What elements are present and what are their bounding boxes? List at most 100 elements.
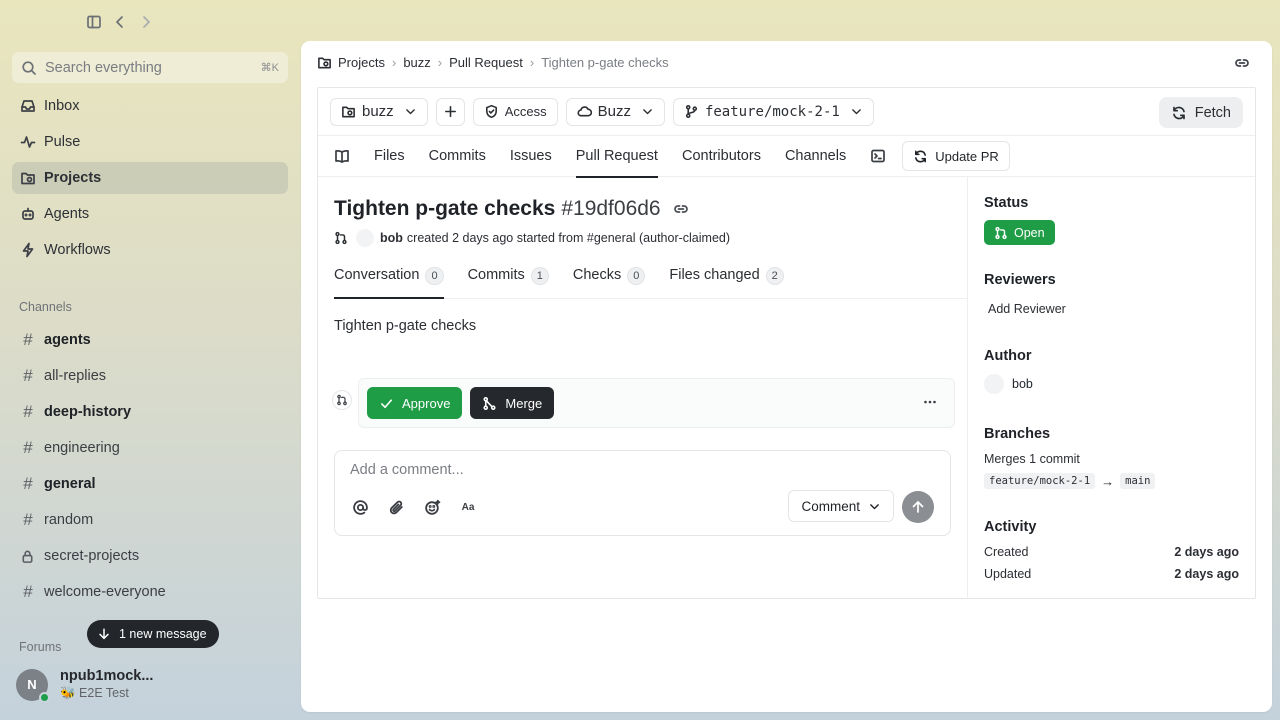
hash-icon: #	[23, 510, 33, 529]
sidebar-item-inbox[interactable]: Inbox	[12, 90, 288, 122]
channel-general[interactable]: # general	[12, 468, 288, 500]
created-label: Created	[984, 545, 1029, 559]
updated-label: Updated	[984, 567, 1032, 581]
emoji-icon[interactable]	[423, 498, 441, 516]
access-button[interactable]: Access	[472, 97, 558, 126]
refresh-icon	[915, 150, 927, 162]
approve-button[interactable]: Approve	[367, 387, 463, 419]
arrow-down-icon	[99, 628, 109, 640]
text-format-icon[interactable]: Aa	[459, 498, 477, 516]
projects-icon	[21, 172, 35, 185]
tab-terminal[interactable]	[870, 136, 886, 177]
tab-pull-request[interactable]: Pull Request	[575, 136, 659, 178]
subtab-label: Files changed	[669, 267, 760, 283]
avatar-initial: N	[27, 677, 37, 692]
branches-title: Branches	[984, 426, 1051, 442]
hash-icon: #	[23, 402, 33, 421]
author-row[interactable]: bob	[984, 374, 1033, 394]
channel-agents[interactable]: # agents	[12, 324, 288, 356]
user-name: npub1mock...	[60, 668, 154, 684]
search-input[interactable]: Search everything ⌘K	[12, 52, 288, 83]
channel-welcome-everyone[interactable]: # welcome-everyone	[12, 576, 288, 608]
remote-selector[interactable]: Buzz	[565, 97, 665, 126]
subtab-label: Commits	[467, 267, 525, 283]
sidebar-item-projects[interactable]: Projects	[12, 162, 288, 194]
send-button[interactable]	[902, 491, 934, 523]
comment-composer: Add a comment... Aa Comment	[334, 450, 951, 536]
channel-engineering[interactable]: # engineering	[12, 432, 288, 464]
comment-input[interactable]: Add a comment...	[350, 462, 464, 478]
subtab-checks[interactable]: Checks 0	[573, 265, 646, 298]
comment-button[interactable]: Comment	[788, 490, 894, 522]
breadcrumb: Projects › buzz › Pull Request › Tighten…	[317, 55, 669, 70]
subtab-conversation[interactable]: Conversation 0	[334, 265, 444, 299]
main-panel: Projects › buzz › Pull Request › Tighten…	[301, 41, 1272, 712]
pr-author[interactable]: bob	[380, 231, 403, 245]
git-pull-request-icon	[332, 390, 352, 410]
hash-icon: #	[23, 330, 33, 349]
tab-commits[interactable]: Commits	[429, 136, 486, 177]
subtab-files-changed[interactable]: Files changed 2	[669, 265, 784, 298]
hash-icon: #	[23, 582, 33, 601]
sidebar-item-workflows[interactable]: Workflows	[12, 234, 288, 266]
sidebar-item-label: Projects	[44, 170, 102, 186]
count-badge: 0	[627, 267, 646, 285]
copy-link-button[interactable]	[1234, 55, 1250, 71]
tab-channels[interactable]: Channels	[785, 136, 846, 177]
breadcrumb-projects[interactable]: Projects	[338, 55, 385, 70]
channel-label: all-replies	[44, 368, 107, 384]
author-title: Author	[984, 348, 1032, 364]
add-reviewer-button[interactable]: Add Reviewer	[988, 302, 1066, 316]
attachment-icon[interactable]	[387, 498, 405, 516]
chevron-down-icon	[870, 503, 879, 509]
fetch-button[interactable]: Fetch	[1158, 97, 1243, 128]
more-options-icon[interactable]	[922, 394, 938, 410]
merge-button[interactable]: Merge	[470, 387, 555, 419]
tab-contributors[interactable]: Contributors	[682, 136, 761, 177]
branch-selector[interactable]: feature/mock-2-1	[672, 97, 874, 126]
approve-label: Approve	[402, 395, 451, 411]
channel-list: # agents # all-replies # deep-history # engi…	[12, 324, 288, 612]
channel-label: engineering	[44, 440, 120, 456]
link-icon	[1235, 59, 1249, 67]
current-user[interactable]: N npub1mock... 🐝 E2E Test	[16, 668, 154, 703]
add-button[interactable]	[435, 97, 465, 126]
git-pull-request-icon	[995, 226, 1007, 239]
channel-random[interactable]: # random	[12, 504, 288, 536]
merges-text: Merges 1 commit	[984, 452, 1080, 466]
channel-label: agents	[44, 332, 91, 348]
count-badge: 1	[530, 267, 549, 285]
search-icon	[22, 60, 36, 75]
check-icon	[381, 398, 392, 408]
author-name: bob	[1012, 377, 1033, 391]
git-merge-icon	[483, 396, 496, 410]
subtab-commits[interactable]: Commits 1	[468, 265, 549, 298]
sidebar: Search everything ⌘K Inbox Pulse Project…	[0, 0, 300, 720]
composer-tools: Aa	[351, 498, 477, 516]
channel-all-replies[interactable]: # all-replies	[12, 360, 288, 392]
breadcrumb-pull-request[interactable]: Pull Request	[449, 55, 523, 70]
new-message-toast[interactable]: 1 new message	[87, 620, 219, 648]
link-icon[interactable]	[673, 201, 689, 217]
pr-title-text: Tighten p-gate checks	[334, 197, 556, 220]
pr-sidebar: Status Open Reviewers Add Reviewer Autho…	[968, 177, 1255, 598]
mention-icon[interactable]	[351, 498, 369, 516]
channel-deep-history[interactable]: # deep-history	[12, 396, 288, 428]
repo-selector[interactable]: buzz	[330, 97, 428, 126]
channel-label: welcome-everyone	[44, 584, 166, 600]
tab-readme[interactable]	[334, 136, 350, 177]
workflows-icon	[22, 242, 34, 258]
avatar: N	[16, 668, 50, 703]
update-pr-button[interactable]: Update PR	[902, 141, 1010, 171]
breadcrumb-buzz[interactable]: buzz	[403, 55, 430, 70]
channels-section-title: Channels	[19, 300, 72, 314]
tab-issues[interactable]: Issues	[510, 136, 552, 177]
channel-secret-projects[interactable]: secret-projects	[12, 540, 288, 572]
sidebar-item-label: Agents	[44, 206, 90, 222]
tab-files[interactable]: Files	[374, 136, 405, 177]
sidebar-item-pulse[interactable]: Pulse	[12, 126, 288, 158]
status-label: Open	[1014, 225, 1045, 240]
sidebar-item-agents[interactable]: Agents	[12, 198, 288, 230]
subtab-label: Conversation	[334, 267, 420, 283]
sidebar-item-label: Pulse	[44, 134, 81, 150]
